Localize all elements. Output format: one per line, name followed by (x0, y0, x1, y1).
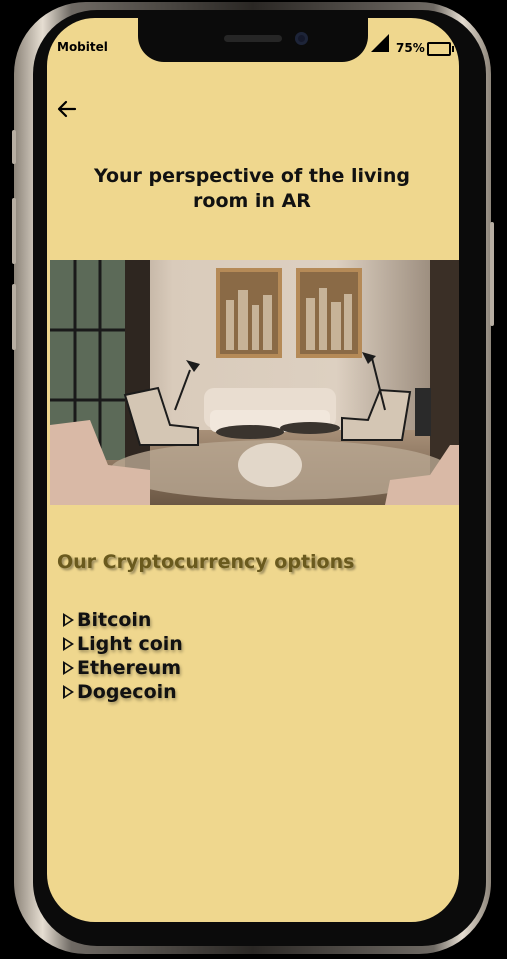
play-triangle-icon (63, 661, 74, 675)
crypto-option-bitcoin[interactable]: Bitcoin (63, 608, 183, 632)
crypto-option-light-coin[interactable]: Light coin (63, 632, 183, 656)
crypto-option-label: Bitcoin (77, 609, 152, 631)
crypto-option-label: Light coin (77, 633, 183, 655)
crypto-option-dogecoin[interactable]: Dogecoin (63, 680, 183, 704)
carrier-label: Mobitel (57, 40, 108, 54)
living-room-photo (50, 260, 459, 505)
speaker (224, 35, 282, 42)
side-button-left-2 (12, 198, 16, 264)
play-triangle-icon (63, 637, 74, 651)
side-button-left-1 (12, 130, 16, 164)
side-button-left-3 (12, 284, 16, 350)
play-triangle-icon (63, 613, 74, 627)
crypto-option-label: Dogecoin (77, 681, 177, 703)
app-screen: Mobitel 75% Your perspective of the livi… (47, 18, 459, 922)
crypto-options-list: Bitcoin Light coin Ethereum Dogecoin (63, 608, 183, 704)
crypto-option-ethereum[interactable]: Ethereum (63, 656, 183, 680)
back-button[interactable] (54, 96, 80, 122)
front-camera (295, 32, 308, 45)
signal-icon (371, 34, 389, 52)
battery-icon (427, 42, 454, 56)
crypto-option-label: Ethereum (77, 657, 182, 679)
page-title: Your perspective of the living room in A… (93, 165, 411, 212)
side-button-right (490, 222, 494, 326)
notch (138, 18, 368, 62)
arrow-left-icon (57, 100, 77, 118)
battery-percent: 75% (396, 41, 425, 55)
crypto-options-heading: Our Cryptocurrency options (57, 551, 355, 573)
play-triangle-icon (63, 685, 74, 699)
